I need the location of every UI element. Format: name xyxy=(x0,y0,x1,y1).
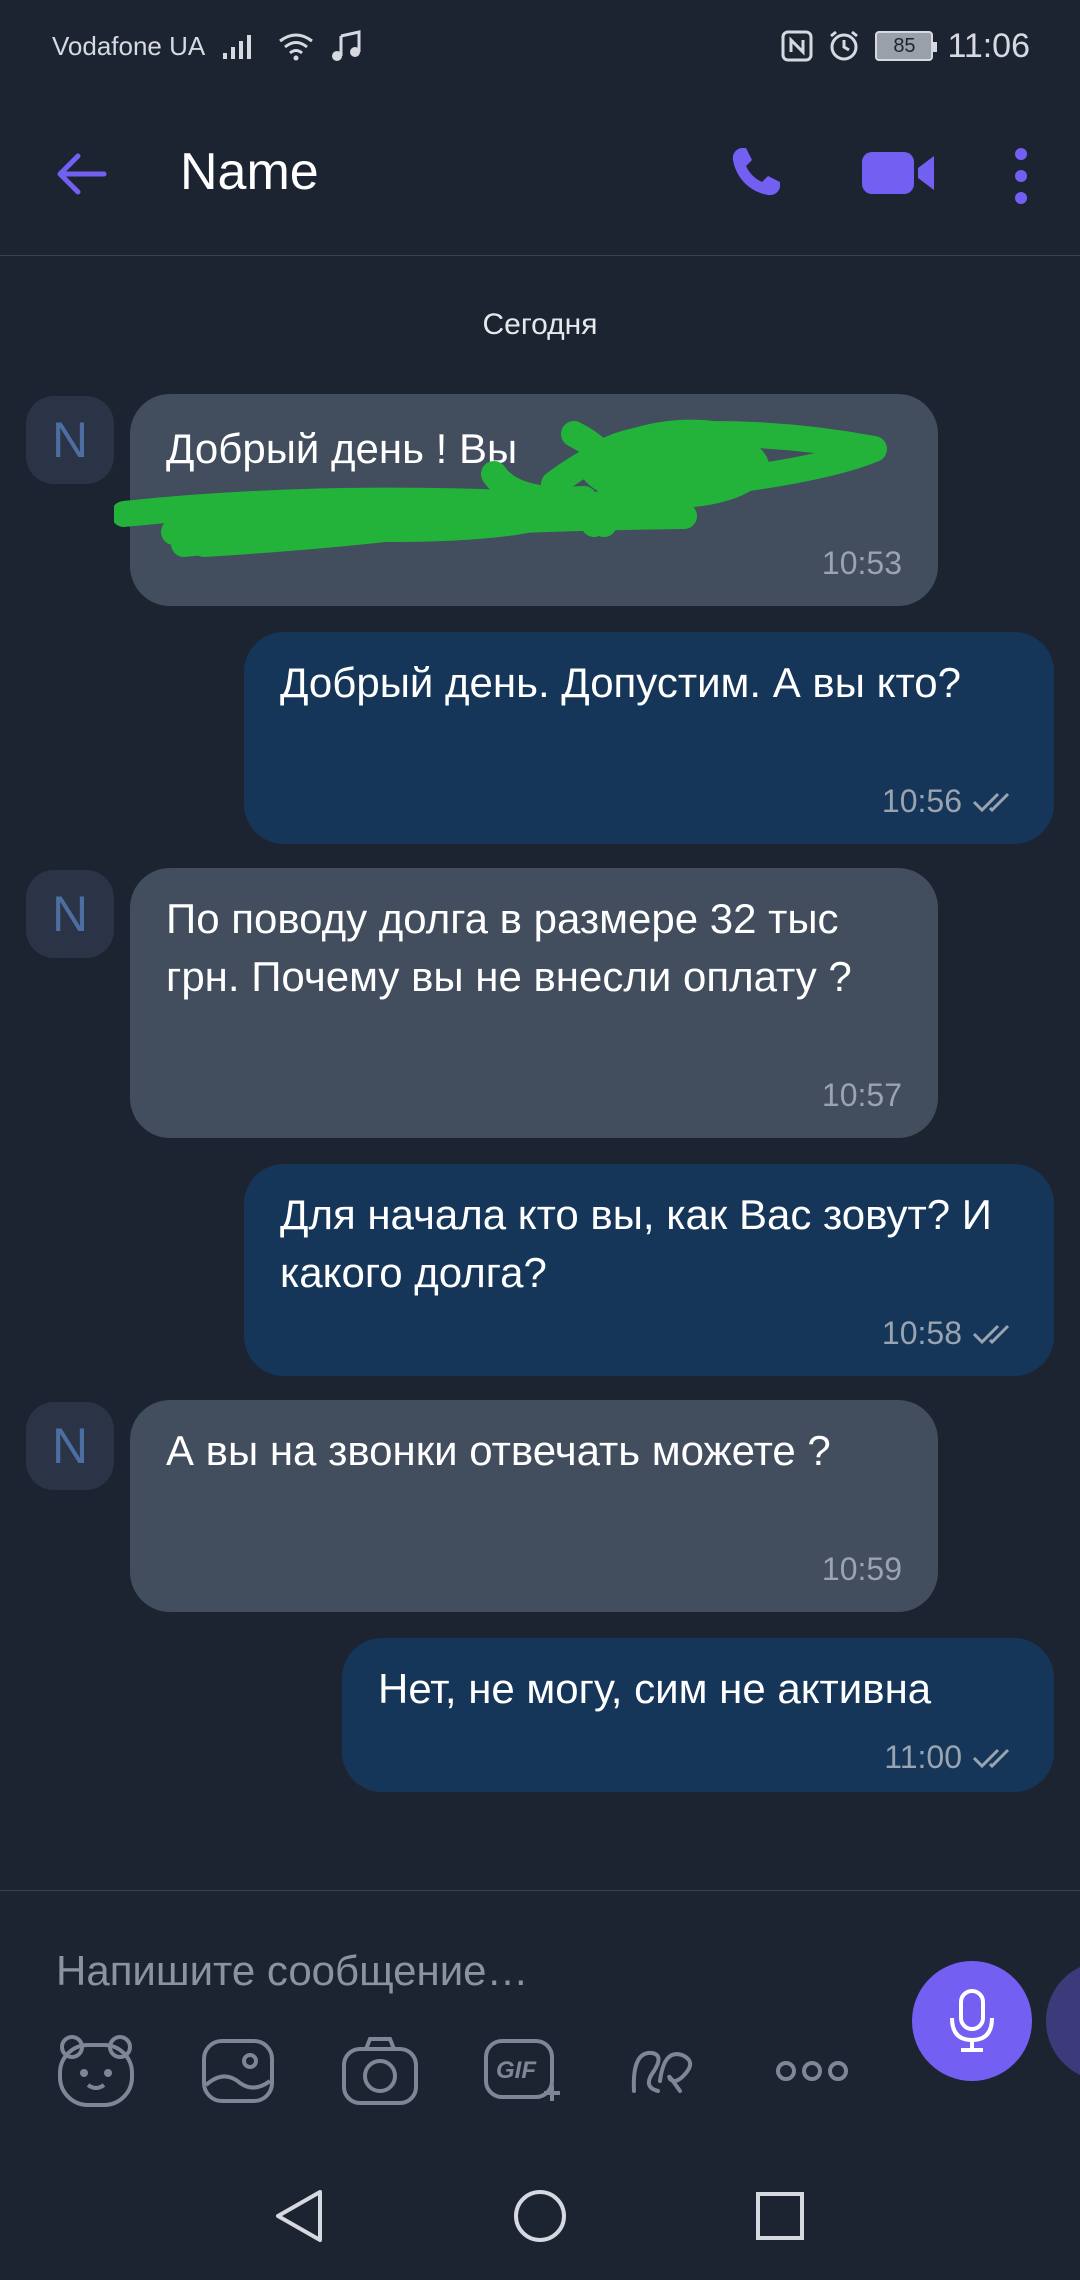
nav-back-icon[interactable] xyxy=(270,2186,330,2246)
message-time: 10:59 xyxy=(821,1551,902,1587)
message-time: 10:56 xyxy=(882,783,1018,820)
double-check-icon xyxy=(972,1324,1010,1344)
redaction-scribble xyxy=(114,419,887,557)
sender-avatar[interactable]: N xyxy=(26,870,114,958)
video-call-icon[interactable] xyxy=(860,148,938,198)
incoming-message[interactable]: А вы на звонки отвечать можете ? 10:59 xyxy=(130,1400,938,1612)
back-arrow-icon[interactable] xyxy=(56,148,108,200)
sender-avatar[interactable]: N xyxy=(26,1402,114,1490)
signal-icon xyxy=(223,35,252,59)
alarm-icon xyxy=(830,30,859,61)
message-text: Нет, не могу, сим не активна xyxy=(378,1665,932,1712)
nav-recents-icon[interactable] xyxy=(750,2186,810,2246)
double-check-icon xyxy=(972,792,1010,812)
clock: 11:06 xyxy=(947,26,1030,65)
more-vertical-icon[interactable] xyxy=(1008,146,1034,206)
contact-name[interactable]: Name xyxy=(180,142,319,202)
outgoing-message[interactable]: Нет, не могу, сим не активна 11:00 xyxy=(342,1638,1054,1792)
chat-header: Name xyxy=(0,92,1080,256)
message-time: 11:00 xyxy=(884,1739,1018,1776)
message-text: А вы на звонки отвечать можете ? xyxy=(166,1427,831,1474)
status-bar: Vodafone UA 85 11:06 xyxy=(0,0,1080,92)
battery-indicator: 85 xyxy=(875,31,938,61)
double-check-icon xyxy=(972,1748,1010,1768)
sender-avatar[interactable]: N xyxy=(26,396,114,484)
outgoing-message[interactable]: Добрый день. Допустим. А вы кто? 10:56 xyxy=(244,632,1054,844)
carrier-label: Vodafone UA xyxy=(52,30,206,61)
music-icon xyxy=(332,30,361,61)
message-text: По поводу долга в размере 32 тыс грн. По… xyxy=(166,895,852,1000)
message-time: 10:58 xyxy=(882,1315,1018,1352)
more-options-icon[interactable] xyxy=(772,2031,852,2111)
message-input[interactable] xyxy=(56,1931,856,2011)
system-nav-bar xyxy=(0,2140,1080,2280)
phone-icon[interactable] xyxy=(728,144,784,200)
message-time: 10:53 xyxy=(821,545,902,581)
gif-icon[interactable]: GIF xyxy=(482,2031,562,2111)
nfc-icon xyxy=(781,30,813,62)
camera-icon[interactable] xyxy=(340,2031,420,2111)
date-separator: Сегодня xyxy=(482,308,598,341)
message-time: 10:57 xyxy=(821,1077,902,1113)
nav-home-icon[interactable] xyxy=(510,2186,570,2246)
gallery-icon[interactable] xyxy=(198,2031,278,2111)
secondary-action-button[interactable] xyxy=(1046,1961,1080,2081)
message-composer: GIF xyxy=(0,1890,1080,2140)
sticker-icon[interactable] xyxy=(56,2031,136,2111)
doodle-icon[interactable] xyxy=(624,2031,704,2111)
message-text: Добрый день. Допустим. А вы кто? xyxy=(280,659,961,706)
voice-message-button[interactable] xyxy=(912,1961,1032,2081)
gif-label: GIF xyxy=(496,2057,536,2084)
incoming-message[interactable]: По поводу долга в размере 32 тыс грн. По… xyxy=(130,868,938,1138)
microphone-icon xyxy=(950,1989,994,2052)
incoming-message[interactable]: Добрый день ! Вы 10:53 xyxy=(114,394,938,606)
outgoing-message[interactable]: Для начала кто вы, как Вас зовут? И како… xyxy=(244,1164,1054,1376)
message-text: Для начала кто вы, как Вас зовут? И како… xyxy=(280,1191,992,1296)
wifi-icon xyxy=(279,33,314,61)
